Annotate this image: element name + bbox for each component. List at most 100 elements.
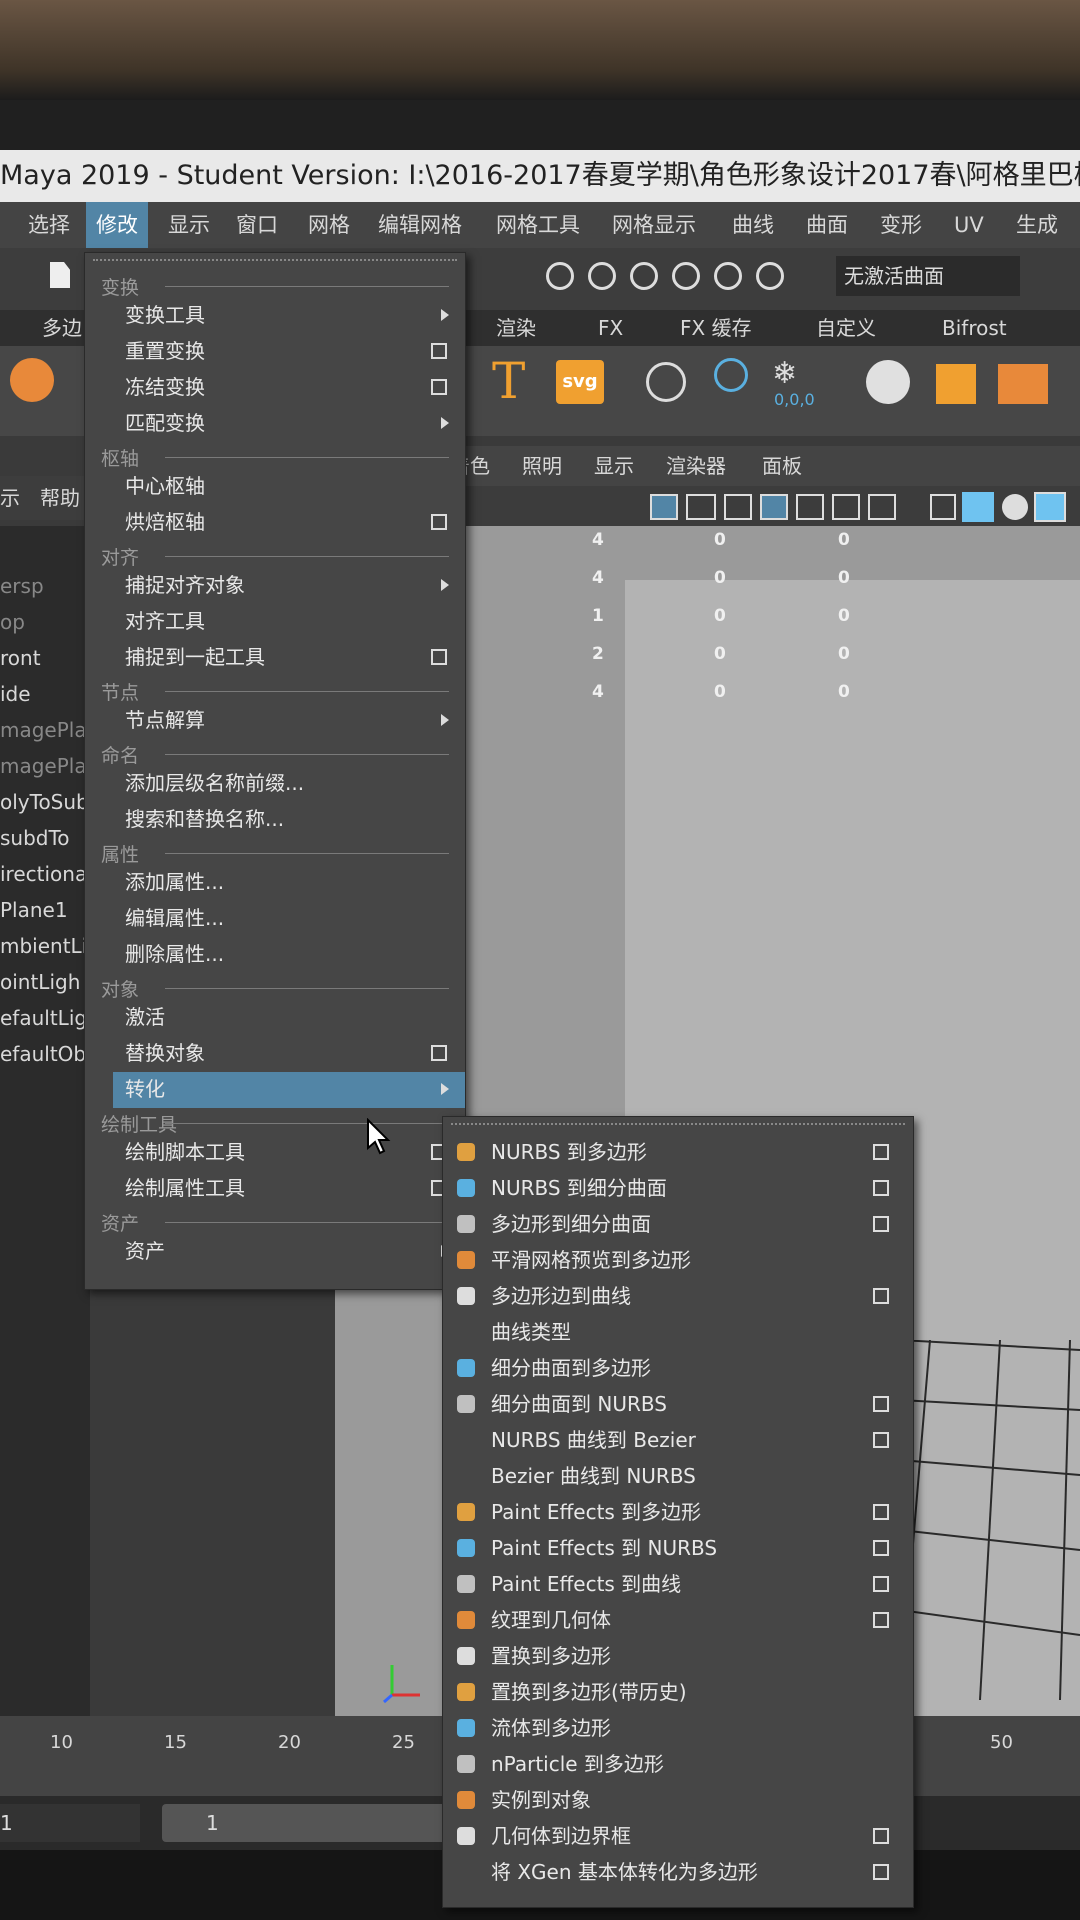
outliner-item-subdto[interactable]: subdTo xyxy=(0,826,70,850)
outliner-item-front[interactable]: ront xyxy=(0,646,41,670)
menu-item-convert-9[interactable]: Bezier 曲线到 NURBS xyxy=(491,1461,696,1491)
snap-pivot-icon[interactable] xyxy=(756,262,784,290)
text-tool-icon[interactable]: T xyxy=(492,352,525,410)
option-box-icon[interactable] xyxy=(873,1864,889,1880)
menu-item-convert-17[interactable]: nParticle 到多边形 xyxy=(491,1749,664,1779)
option-box-icon[interactable] xyxy=(873,1216,889,1232)
outliner-item-defaultobject[interactable]: efaultOb xyxy=(0,1042,86,1066)
menu-item-modify-2-0[interactable]: 捕捉对齐对象 xyxy=(125,570,245,600)
panel-menu-show[interactable]: 显示 xyxy=(594,446,634,486)
menu-item-convert-11[interactable]: Paint Effects 到 NURBS xyxy=(491,1533,717,1563)
menu-edit-mesh[interactable]: 编辑网格 xyxy=(376,202,464,248)
option-box-icon[interactable] xyxy=(873,1144,889,1160)
menu-surfaces[interactable]: 曲面 xyxy=(804,202,850,248)
outliner-item-side[interactable]: ide xyxy=(0,682,31,706)
menu-item-modify-0-3[interactable]: 匹配变换 xyxy=(125,408,205,438)
snap-view-icon[interactable] xyxy=(672,262,700,290)
new-scene-icon[interactable] xyxy=(50,262,70,288)
menu-item-convert-0[interactable]: NURBS 到多边形 xyxy=(491,1137,647,1167)
menu-help[interactable]: 帮助 xyxy=(40,476,80,520)
outliner-item-ambientlight[interactable]: mbientLi xyxy=(0,934,87,958)
option-box-icon[interactable] xyxy=(873,1576,889,1592)
snap-point-icon[interactable] xyxy=(630,262,658,290)
tab-custom[interactable]: 自定义 xyxy=(816,310,876,346)
smooth-shade-icon[interactable] xyxy=(962,492,994,522)
menu-item-convert-19[interactable]: 几何体到边界框 xyxy=(491,1821,631,1851)
menu-item-convert-7[interactable]: 细分曲面到 NURBS xyxy=(491,1389,667,1419)
joint-icon[interactable] xyxy=(646,362,686,402)
timer-icon[interactable] xyxy=(714,358,748,392)
resolution-gate-icon[interactable] xyxy=(724,494,752,520)
menu-item-modify-5-1[interactable]: 编辑属性... xyxy=(125,903,224,933)
tab-fx[interactable]: FX xyxy=(598,310,623,346)
menu-item-modify-1-0[interactable]: 中心枢轴 xyxy=(125,471,205,501)
menu-uv[interactable]: UV xyxy=(952,202,986,248)
menu-item-convert-12[interactable]: Paint Effects 到曲线 xyxy=(491,1569,681,1599)
snap-curve-icon[interactable] xyxy=(588,262,616,290)
tab-fx-cache[interactable]: FX 缓存 xyxy=(680,310,752,346)
menu-item-modify-7-1[interactable]: 绘制属性工具 xyxy=(125,1173,245,1203)
menu-select[interactable]: 选择 xyxy=(26,202,72,248)
menu-item-modify-0-1[interactable]: 重置变换 xyxy=(125,336,205,366)
panel-menu-panels[interactable]: 面板 xyxy=(762,446,802,486)
menu-modify[interactable]: 修改 xyxy=(86,202,148,248)
menu-display[interactable]: 显示 xyxy=(166,202,212,248)
safe-title-icon[interactable] xyxy=(868,494,896,520)
menu-mesh-tools[interactable]: 网格工具 xyxy=(494,202,582,248)
tab-render[interactable]: 渲染 xyxy=(496,310,536,346)
menu-item-modify-6-2[interactable]: 转化 xyxy=(125,1074,165,1104)
outliner-item-directional[interactable]: irectiona xyxy=(0,862,87,886)
menu-item-modify-6-1[interactable]: 替换对象 xyxy=(125,1038,205,1068)
menu-item-convert-4[interactable]: 多边形边到曲线 xyxy=(491,1281,631,1311)
option-box-icon[interactable] xyxy=(873,1540,889,1556)
menu-item-modify-5-0[interactable]: 添加属性... xyxy=(125,867,224,897)
range-current-field[interactable]: 1 xyxy=(162,1804,462,1842)
outliner-item-imageplane2[interactable]: magePla xyxy=(0,754,87,778)
menu-item-convert-16[interactable]: 流体到多边形 xyxy=(491,1713,611,1743)
film-gate-icon[interactable] xyxy=(686,494,716,520)
menu-item-convert-13[interactable]: 纹理到几何体 xyxy=(491,1605,611,1635)
cylinder-icon[interactable] xyxy=(10,358,54,402)
tab-bifrost[interactable]: Bifrost xyxy=(942,310,1007,346)
menu-show-left[interactable]: 示 xyxy=(0,476,20,520)
option-box-icon[interactable] xyxy=(431,343,447,359)
menu-item-modify-4-0[interactable]: 添加层级名称前缀... xyxy=(125,768,304,798)
menu-mesh-display[interactable]: 网格显示 xyxy=(610,202,698,248)
tab-poly[interactable]: 多边 xyxy=(42,310,82,346)
snap-grid-icon[interactable] xyxy=(546,262,574,290)
menu-item-convert-20[interactable]: 将 XGen 基本体转化为多边形 xyxy=(491,1857,758,1887)
menu-item-convert-2[interactable]: 多边形到细分曲面 xyxy=(491,1209,651,1239)
gate-mask-icon[interactable] xyxy=(760,494,788,520)
grid-toggle-icon[interactable] xyxy=(650,494,678,520)
outliner-item-pointlight[interactable]: ointLigh xyxy=(0,970,80,994)
menu-item-modify-2-1[interactable]: 对齐工具 xyxy=(125,606,205,636)
outliner-item-defaultlight[interactable]: efaultLig xyxy=(0,1006,87,1030)
textured-icon[interactable] xyxy=(1002,494,1028,520)
menu-item-convert-14[interactable]: 置换到多边形 xyxy=(491,1641,611,1671)
menu-item-convert-8[interactable]: NURBS 曲线到 Bezier xyxy=(491,1425,696,1455)
panel-menu-lighting[interactable]: 照明 xyxy=(522,446,562,486)
range-start-field[interactable]: 1 xyxy=(0,1804,140,1842)
menu-item-convert-18[interactable]: 实例到对象 xyxy=(491,1785,591,1815)
xray-icon[interactable] xyxy=(1034,492,1066,522)
menu-item-convert-10[interactable]: Paint Effects 到多边形 xyxy=(491,1497,701,1527)
option-box-icon[interactable] xyxy=(873,1396,889,1412)
menu-item-modify-3-0[interactable]: 节点解算 xyxy=(125,705,205,735)
menu-item-modify-5-2[interactable]: 删除属性... xyxy=(125,939,224,969)
menu-item-modify-0-0[interactable]: 变换工具 xyxy=(125,300,205,330)
panel-menu-renderer[interactable]: 渲染器 xyxy=(666,446,726,486)
menu-item-modify-8-0[interactable]: 资产 xyxy=(125,1236,165,1266)
option-box-icon[interactable] xyxy=(431,379,447,395)
outliner-item-imageplane1[interactable]: magePla xyxy=(0,718,87,742)
menu-generate[interactable]: 生成 xyxy=(1014,202,1060,248)
uv-layout-icon[interactable] xyxy=(936,364,976,404)
menu-item-modify-7-0[interactable]: 绘制脚本工具 xyxy=(125,1137,245,1167)
menu-deform[interactable]: 变形 xyxy=(878,202,924,248)
menu-item-modify-2-2[interactable]: 捕捉到一起工具 xyxy=(125,642,265,672)
option-box-icon[interactable] xyxy=(431,514,447,530)
option-box-icon[interactable] xyxy=(873,1612,889,1628)
menu-item-modify-4-1[interactable]: 搜索和替换名称... xyxy=(125,804,284,834)
field-chart-icon[interactable] xyxy=(796,494,824,520)
menu-item-convert-1[interactable]: NURBS 到细分曲面 xyxy=(491,1173,667,1203)
option-box-icon[interactable] xyxy=(873,1828,889,1844)
